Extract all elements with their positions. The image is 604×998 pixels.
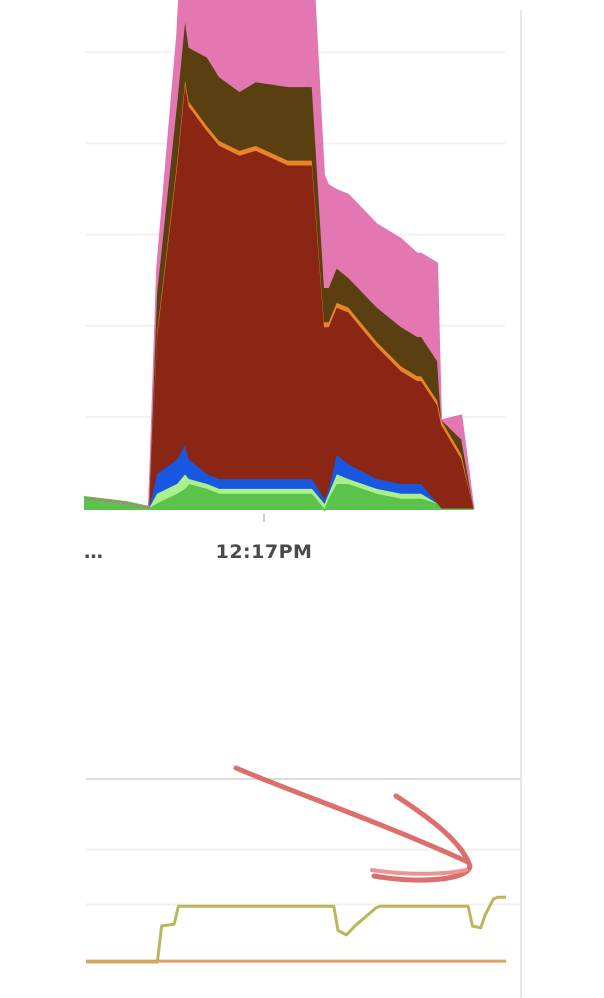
- chart-canvas: 12:17PM …: [84, 0, 522, 998]
- line-series-0: [86, 895, 506, 964]
- stacked-area-chart: 12:17PM …: [84, 0, 505, 563]
- line-chart-series: [86, 895, 506, 964]
- x-tick-label: …: [84, 541, 104, 563]
- hand-drawn-arrow-annotation: [233, 765, 473, 883]
- x-tick-label: 12:17PM: [216, 541, 313, 563]
- dashboard-crop: 12:17PM …: [0, 0, 604, 998]
- top-chart-x-axis: 12:17PM …: [84, 514, 312, 563]
- top-chart-areas: [84, 0, 475, 512]
